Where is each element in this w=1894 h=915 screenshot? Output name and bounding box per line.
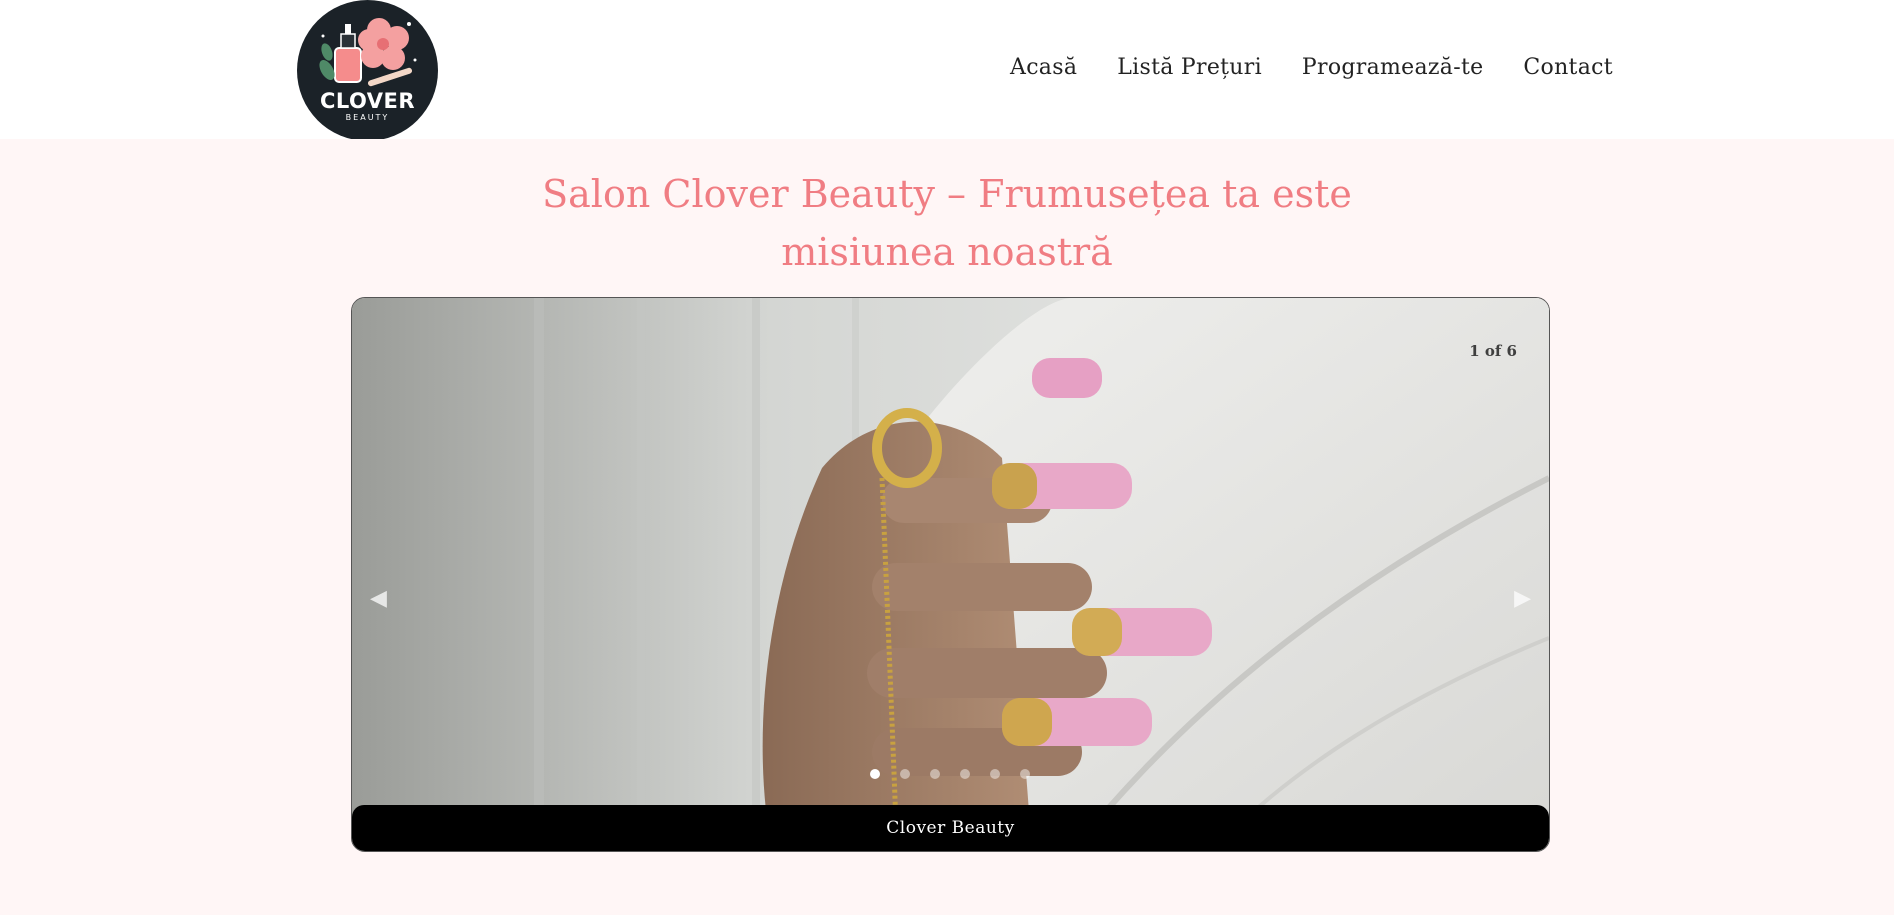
slider-dot-4[interactable] [960, 769, 970, 779]
slide-caption: Clover Beauty [352, 805, 1549, 851]
slider-dot-1[interactable] [870, 769, 880, 779]
slide-counter: 1 of 6 [1469, 342, 1517, 360]
page-title: Salon Clover Beauty – Frumusețea ta este… [497, 165, 1397, 281]
nav-link-price-list[interactable]: Listă Prețuri [1117, 55, 1262, 80]
slider-next-button[interactable]: ▶ [1514, 588, 1531, 610]
logo-subtitle: BEAUTY [345, 113, 390, 122]
slider-prev-button[interactable]: ◀ [370, 588, 387, 610]
slider-pagination [870, 769, 1030, 779]
page-title-line-1: Salon Clover Beauty – Frumusețea ta este [542, 172, 1352, 216]
hero-section: Salon Clover Beauty – Frumusețea ta este… [0, 139, 1894, 915]
nav-link-home[interactable]: Acasă [1010, 55, 1077, 80]
main-navigation: Acasă Listă Prețuri Programează-te Conta… [1010, 55, 1613, 80]
slider-dot-6[interactable] [1020, 769, 1030, 779]
slider-dot-5[interactable] [990, 769, 1000, 779]
chevron-left-icon: ◀ [370, 586, 387, 611]
chevron-right-icon: ▶ [1514, 586, 1531, 611]
page-title-line-2: misiunea noastră [781, 230, 1113, 274]
logo-wordmark: CLOVER [319, 89, 416, 113]
slider-dot-2[interactable] [900, 769, 910, 779]
slider-dot-3[interactable] [930, 769, 940, 779]
nav-link-booking[interactable]: Programează-te [1302, 55, 1483, 80]
image-slider[interactable]: 1 of 6 ◀ ▶ Clover Beauty [351, 297, 1550, 852]
nav-link-contact[interactable]: Contact [1523, 55, 1612, 80]
clover-beauty-logo[interactable]: CLOVER BEAUTY [297, 0, 438, 141]
site-header: CLOVER BEAUTY Acasă Listă Prețuri Progra… [0, 0, 1894, 141]
